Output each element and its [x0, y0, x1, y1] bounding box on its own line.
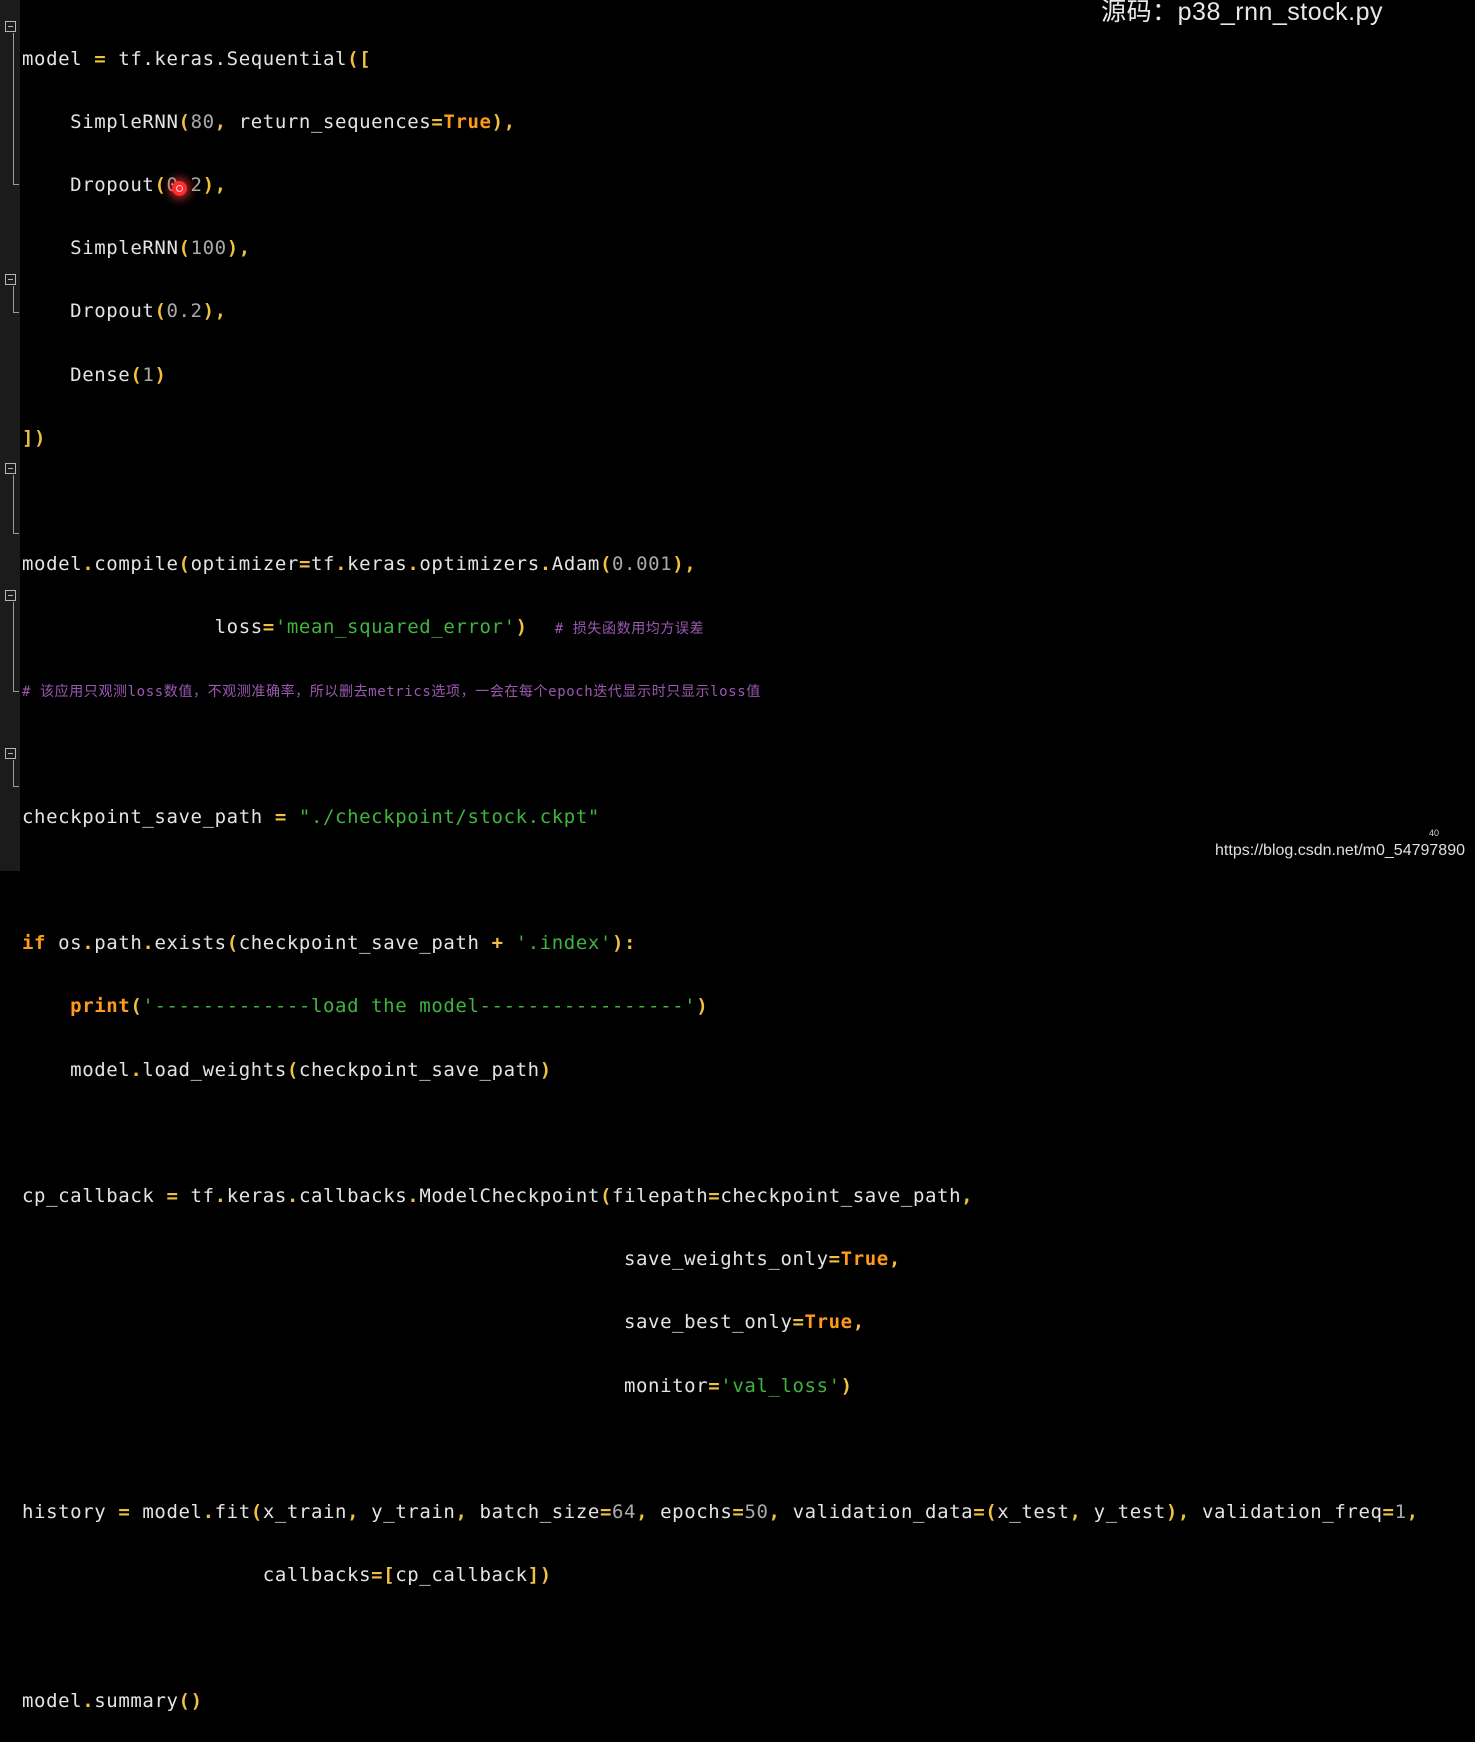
fold-toggle-fit[interactable]: [5, 748, 16, 759]
code-line: checkpoint_save_path = "./checkpoint/sto…: [22, 805, 600, 828]
code-line: callbacks=[cp_callback]): [22, 1564, 552, 1587]
code-line: history = model.fit(x_train, y_train, ba…: [22, 1500, 1419, 1523]
watermark-url: https://blog.csdn.net/m0_54797890: [1215, 842, 1465, 859]
code-line: Dense(1): [22, 363, 167, 386]
code-line: save_best_only=True,: [22, 1311, 865, 1334]
code-line: if os.path.exists(checkpoint_save_path +…: [22, 932, 637, 955]
code-line: SimpleRNN(100),: [22, 237, 251, 260]
editor-gutter: [0, 0, 20, 871]
code-line: save_weights_only=True,: [22, 1248, 901, 1271]
fold-guide: [13, 33, 19, 185]
fold-guide: [13, 760, 19, 787]
code-line: print('-------------load the model------…: [70, 995, 709, 1018]
code-editor[interactable]: model = tf.keras.Sequential([ SimpleRNN(…: [22, 12, 1419, 1742]
code-line: cp_callback = tf.keras.callbacks.ModelCh…: [22, 1184, 974, 1207]
comment-line: # 该应用只观测loss数值，不观测准确率，所以删去metrics选项，一会在每…: [22, 684, 761, 701]
fold-toggle-callback[interactable]: [5, 590, 16, 601]
code-line: loss='mean_squared_error') # 损失函数用均方误差: [22, 616, 705, 639]
fold-guide: [13, 475, 19, 534]
code-line: model.load_weights(checkpoint_save_path): [22, 1058, 552, 1081]
fold-toggle-if[interactable]: [5, 463, 16, 474]
code-line: SimpleRNN(80, return_sequences=True),: [22, 110, 516, 133]
code-line: monitor='val_loss'): [22, 1374, 853, 1397]
fold-guide: [13, 602, 19, 692]
code-line: ]): [22, 426, 47, 449]
code-line: model.compile(optimizer=tf.keras.optimiz…: [22, 553, 697, 576]
code-line: Dropout(0.2),: [22, 173, 227, 196]
pointer-highlight-icon: [172, 181, 187, 196]
code-line: model.summary(): [22, 1690, 203, 1713]
code-line: Dropout(0.2),: [22, 300, 227, 323]
fold-toggle-compile[interactable]: [5, 274, 16, 285]
page-number: 40: [1428, 828, 1439, 838]
code-line: model = tf.keras.Sequential([: [22, 47, 372, 70]
fold-guide: [13, 286, 19, 313]
fold-toggle-sequential[interactable]: [5, 21, 16, 32]
